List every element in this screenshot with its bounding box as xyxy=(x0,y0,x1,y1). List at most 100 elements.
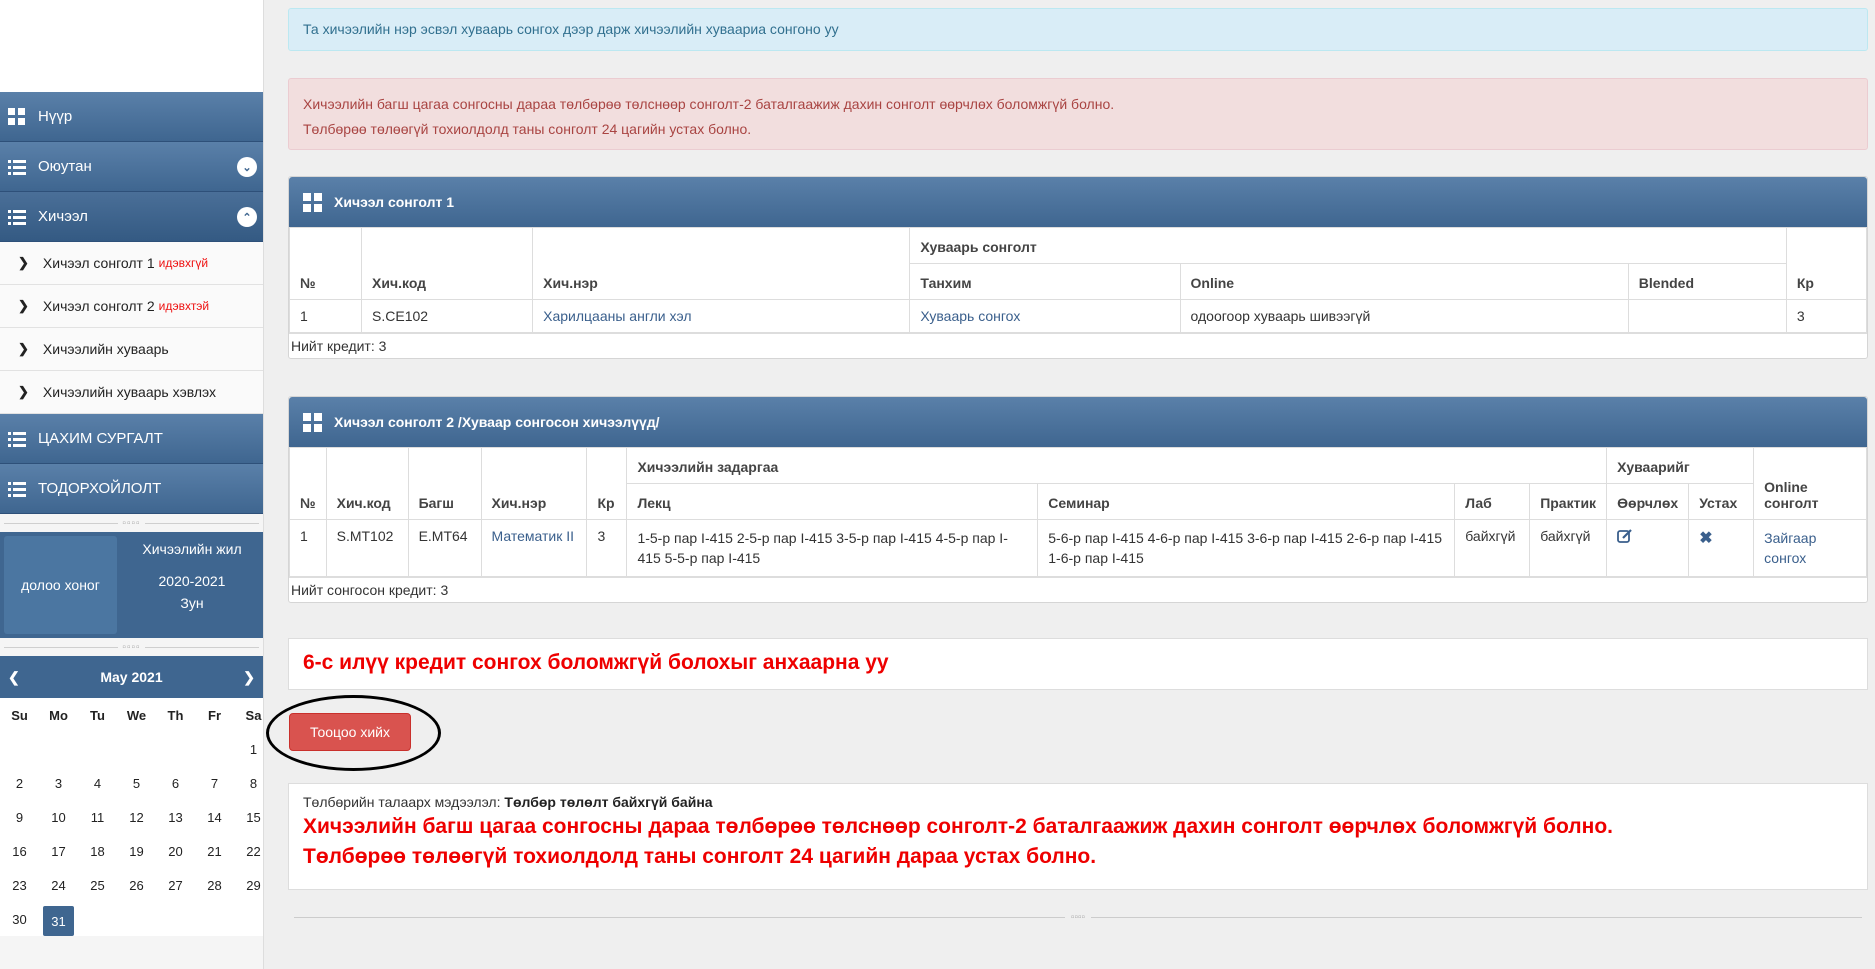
nav-e-learning[interactable]: ЦАХИМ СУРГАЛТ xyxy=(0,414,263,464)
calendar-day[interactable]: 29 xyxy=(234,868,263,902)
calendar-day[interactable]: 27 xyxy=(156,868,195,902)
payment-label: Төлбөрийн талаарх мэдээлэл: xyxy=(303,794,501,810)
sub-item-label: Хичээл сонголт 1 xyxy=(42,255,155,271)
calendar-month: May 2021 xyxy=(100,669,163,685)
col-blended: Blended xyxy=(1627,263,1787,300)
col-code: Хич.код xyxy=(361,227,534,300)
payment-line: Төлбөрийн талаарх мэдээлэл: Төлбөр төлөл… xyxy=(303,794,1853,810)
calendar-day[interactable]: 12 xyxy=(117,800,156,834)
calendar-day[interactable]: 14 xyxy=(195,800,234,834)
calendar-day[interactable]: 20 xyxy=(156,834,195,868)
calendar-day[interactable]: 21 xyxy=(195,834,234,868)
payment-notice-line: Төлбөрөө төлөөгүй тохиолдолд таны сонгол… xyxy=(303,845,1097,868)
edit-schedule-button[interactable] xyxy=(1606,519,1690,577)
calendar-day[interactable]: 19 xyxy=(117,834,156,868)
col-no: № xyxy=(288,227,363,300)
col-seminar: Семинар xyxy=(1037,483,1456,520)
close-icon[interactable]: ✖ xyxy=(1699,530,1712,547)
sidebar-divider[interactable]: ▫▫▫▫ xyxy=(0,514,263,532)
cell-teacher: E.MT64 xyxy=(407,519,482,577)
chevron-right-icon[interactable]: ❯ xyxy=(243,669,255,686)
calendar-day[interactable]: 4 xyxy=(78,766,117,800)
cell-practice: байхгүй xyxy=(1529,519,1608,577)
calendar-day[interactable]: 2 xyxy=(0,766,39,800)
nav-course-label: Хичээл xyxy=(38,208,88,225)
year-title: Хичээлийн жил xyxy=(142,541,242,557)
calendar-header: ❮ May 2021 ❯ xyxy=(0,656,263,698)
course-name-link[interactable]: Харилцааны англи хэл xyxy=(532,299,911,333)
calendar-day[interactable]: 13 xyxy=(156,800,195,834)
status-tag: идэвхтэй xyxy=(158,299,210,313)
col-code: Хич.код xyxy=(325,447,409,520)
panel-header: Хичээл сонголт 2 /Хуваар сонгосон хичээл… xyxy=(289,397,1867,447)
chevron-up-icon[interactable]: ⌃ xyxy=(237,207,257,227)
calendar-day[interactable]: 24 xyxy=(39,868,78,902)
calendar-empty xyxy=(0,732,39,766)
calendar-day[interactable]: 6 xyxy=(156,766,195,800)
sub-item-label: Хичээл сонголт 2 xyxy=(42,298,155,314)
calculate-button[interactable]: Тооцоо хийх xyxy=(289,713,411,751)
calendar-day[interactable]: 26 xyxy=(117,868,156,902)
col-credit: Кр xyxy=(1785,227,1868,300)
credit-warning: 6-с илүү кредит сонгох боломжгүй болохыг… xyxy=(288,638,1868,690)
course-name-link[interactable]: Математик II xyxy=(480,519,588,577)
nav-student[interactable]: Оюутан ⌄ xyxy=(0,142,263,192)
calendar-day[interactable]: 8 xyxy=(234,766,263,800)
calendar-weekday: Mo xyxy=(49,707,68,723)
col-no: № xyxy=(289,447,327,520)
calendar-day[interactable]: 10 xyxy=(39,800,78,834)
page-divider[interactable]: ▫▫▫▫ xyxy=(288,910,1868,924)
list-icon xyxy=(4,157,30,177)
total-selected-credit: Нийт сонгосон кредит: 3 xyxy=(289,577,1867,602)
calendar-day[interactable]: 28 xyxy=(195,868,234,902)
calendar-day[interactable]: 11 xyxy=(78,800,117,834)
nav-course[interactable]: Хичээл ⌃ xyxy=(0,192,263,242)
calendar-day[interactable]: 7 xyxy=(195,766,234,800)
calendar-day[interactable]: 1 xyxy=(234,732,263,766)
calendar-day[interactable]: 18 xyxy=(78,834,117,868)
calendar-day[interactable]: 5 xyxy=(117,766,156,800)
nav-home[interactable]: Нүүр xyxy=(0,92,263,142)
calendar-weekday: Fr xyxy=(208,707,221,723)
sidebar-item-course-selection-2[interactable]: ❯ Хичээл сонголт 2 идэвхтэй xyxy=(0,285,263,328)
calendar-day[interactable]: 31 xyxy=(43,906,74,936)
calendar-empty xyxy=(156,732,195,766)
sidebar-divider[interactable]: ▫▫▫▫ xyxy=(0,638,263,656)
danger-alert-line: Хичээлийн багш цагаа сонгосны дараа төлб… xyxy=(303,96,1115,112)
calendar-weekday: Th xyxy=(167,707,184,723)
col-change: Өөрчлөх xyxy=(1606,483,1690,520)
sub-item-label: Хичээлийн хуваарь хэвлэх xyxy=(42,384,217,400)
calendar-day[interactable]: 15 xyxy=(234,800,263,834)
chevron-right-icon: ❯ xyxy=(18,298,29,313)
calendar-day[interactable]: 22 xyxy=(234,834,263,868)
calendar-day[interactable]: 3 xyxy=(39,766,78,800)
edit-icon[interactable] xyxy=(1617,529,1633,547)
sidebar-item-course-selection-1[interactable]: ❯ Хичээл сонголт 1 идэвхгүй xyxy=(0,242,263,285)
grid-icon xyxy=(303,412,322,432)
calendar-day[interactable]: 23 xyxy=(0,868,39,902)
nav-certificate-label: ТОДОРХОЙЛОЛТ xyxy=(38,480,162,497)
week-box: долоо хоног Хичээлийн жил 2020-2021 Зун xyxy=(0,532,263,638)
delete-schedule-button[interactable]: ✖ xyxy=(1688,519,1755,577)
cell-seminar: 5-6-р пар I-415 4-6-р пар I-415 3-6-р па… xyxy=(1037,519,1456,577)
calendar-day[interactable]: 30 xyxy=(0,902,39,936)
chevron-left-icon[interactable]: ❮ xyxy=(8,669,20,686)
sidebar: Нүүр Оюутан ⌄ Хичээл ⌃ ❯ Хичээл сонголт … xyxy=(0,0,264,969)
group-schedule-selection: Хуваарь сонголт xyxy=(909,227,1787,264)
payment-notice-line: Хичээлийн багш цагаа сонгосны дараа төлб… xyxy=(303,815,1613,838)
choose-schedule-link[interactable]: Хуваарь сонгох xyxy=(909,299,1181,333)
calendar-day[interactable]: 17 xyxy=(39,834,78,868)
panel-header: Хичээл сонголт 1 xyxy=(289,177,1867,227)
calendar-day[interactable]: 9 xyxy=(0,800,39,834)
calendar-empty xyxy=(195,732,234,766)
chevron-down-icon[interactable]: ⌄ xyxy=(237,157,257,177)
calendar-day[interactable]: 16 xyxy=(0,834,39,868)
sidebar-item-print-schedule[interactable]: ❯ Хичээлийн хуваарь хэвлэх xyxy=(0,371,263,414)
cell-lecture: 1-5-р пар I-415 2-5-р пар I-415 3-5-р па… xyxy=(626,519,1039,577)
calendar-day[interactable]: 25 xyxy=(78,868,117,902)
danger-alert: Хичээлийн багш цагаа сонгосны дараа төлб… xyxy=(288,78,1868,150)
sidebar-item-schedule[interactable]: ❯ Хичээлийн хуваарь xyxy=(0,328,263,371)
calendar-weekday: We xyxy=(126,707,147,723)
nav-certificate[interactable]: ТОДОРХОЙЛОЛТ xyxy=(0,464,263,514)
online-select-link[interactable]: Зайгаар сонгох xyxy=(1753,519,1867,577)
